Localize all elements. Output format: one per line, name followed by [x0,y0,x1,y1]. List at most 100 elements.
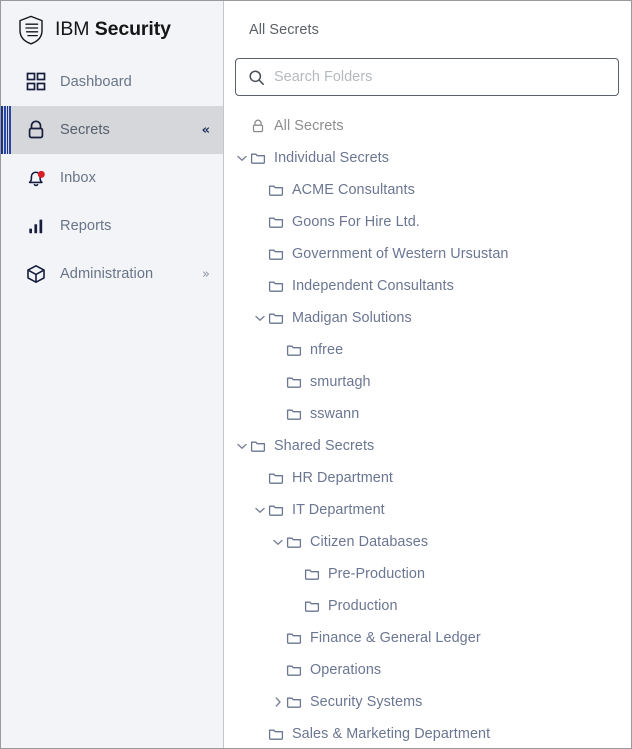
breadcrumb-current: All Secrets [249,21,319,38]
tree-item[interactable]: Production [224,590,631,622]
dashboard-grid-icon [25,71,47,93]
tree-item-label: Security Systems [310,694,423,710]
tree-item[interactable]: Sales & Marketing Department [224,718,631,748]
box-icon [25,263,47,285]
chevron-down-icon[interactable] [252,502,268,518]
tree-item-label: IT Department [292,502,385,518]
lock-icon [250,118,266,134]
chevron-down-icon[interactable] [252,310,268,326]
tree-item-label: Individual Secrets [274,150,390,166]
folder-icon [268,502,284,518]
inbox-notification-badge [37,170,45,178]
chevron-right-icon[interactable] [270,694,286,710]
tree-item[interactable]: IT Department [224,494,631,526]
sidebar-item-label: Inbox [60,170,96,186]
main-panel: All Secrets All Secrets Individual Secret… [224,1,631,748]
bar-chart-icon [25,215,47,237]
folder-icon [286,630,302,646]
folder-icon [268,246,284,262]
tree-item-label: Citizen Databases [310,534,429,550]
tree-item-label: HR Department [292,470,394,486]
folder-icon [286,534,302,550]
tree-item[interactable]: Independent Consultants [224,270,631,302]
search-icon [248,69,265,86]
tree-item-label: Madigan Solutions [292,310,412,326]
chevron-placeholder [270,630,286,646]
chevron-placeholder [288,566,304,582]
app-window: IBM Security Dashboard Secrets « Inbox R… [0,0,632,749]
search-container [224,58,631,96]
brand-name-ibm: IBM [55,18,90,40]
collapse-sidebar-icon[interactable]: « [202,124,210,137]
folder-icon [268,470,284,486]
tree-item[interactable]: Government of Western Ursustan [224,238,631,270]
shield-logo-icon [18,15,44,45]
folder-icon [286,406,302,422]
chevron-placeholder [252,726,268,742]
chevron-placeholder [270,374,286,390]
chevron-placeholder [288,598,304,614]
chevron-placeholder [270,406,286,422]
tree-item[interactable]: ACME Consultants [224,174,631,206]
expand-administration-icon[interactable]: » [202,268,210,281]
chevron-placeholder [252,278,268,294]
sidebar-item-reports[interactable]: Reports [1,202,223,250]
tree-item-label: nfree [310,342,344,358]
tree-item[interactable]: HR Department [224,462,631,494]
brand-header: IBM Security [1,1,223,58]
folder-icon [304,598,320,614]
folder-icon [250,438,266,454]
chevron-placeholder [252,470,268,486]
search-folders-box[interactable] [235,58,619,96]
chevron-placeholder [234,118,250,134]
tree-item-label: Independent Consultants [292,278,454,294]
tree-item-label: Finance & General Ledger [310,630,481,646]
tree-item[interactable]: Individual Secrets [224,142,631,174]
sidebar-item-administration[interactable]: Administration » [1,250,223,298]
brand-name-security: Security [94,18,171,40]
tree-item-label: sswann [310,406,360,422]
tree-item-label: Sales & Marketing Department [292,726,491,742]
tree-item[interactable]: All Secrets [224,110,631,142]
sidebar-item-label: Reports [60,218,112,234]
tree-item-label: Operations [310,662,382,678]
folder-tree: All Secrets Individual Secrets ACME Consul… [224,110,631,748]
sidebar-item-label: Secrets [60,122,110,138]
sidebar-item-inbox[interactable]: Inbox [1,154,223,202]
tree-item-label: Goons For Hire Ltd. [292,214,420,230]
folder-icon [286,662,302,678]
chevron-down-icon[interactable] [234,150,250,166]
breadcrumb: All Secrets [224,1,631,58]
chevron-down-icon[interactable] [234,438,250,454]
tree-item[interactable]: Finance & General Ledger [224,622,631,654]
tree-item[interactable]: sswann [224,398,631,430]
tree-item-label: Pre-Production [328,566,426,582]
tree-item[interactable]: Operations [224,654,631,686]
chevron-down-icon[interactable] [270,534,286,550]
tree-item[interactable]: Security Systems [224,686,631,718]
chevron-placeholder [252,246,268,262]
tree-item[interactable]: Citizen Databases [224,526,631,558]
tree-item[interactable]: Goons For Hire Ltd. [224,206,631,238]
sidebar-item-label: Dashboard [60,74,132,90]
folder-icon [268,310,284,326]
tree-item[interactable]: smurtagh [224,366,631,398]
chevron-placeholder [270,662,286,678]
tree-item-label: smurtagh [310,374,371,390]
brand-title: IBM Security [55,18,171,41]
folder-icon [268,182,284,198]
tree-item-label: ACME Consultants [292,182,415,198]
folder-icon [286,374,302,390]
tree-item[interactable]: Madigan Solutions [224,302,631,334]
sidebar-item-dashboard[interactable]: Dashboard [1,58,223,106]
tree-item[interactable]: Shared Secrets [224,430,631,462]
sidebar-item-secrets[interactable]: Secrets « [1,106,223,154]
active-indicator-stripes [1,106,12,154]
tree-item-label: Government of Western Ursustan [292,246,509,262]
tree-item-label: Production [328,598,398,614]
tree-item[interactable]: Pre-Production [224,558,631,590]
search-input[interactable] [274,69,618,85]
tree-item[interactable]: nfree [224,334,631,366]
folder-icon [286,342,302,358]
bell-icon [25,167,47,189]
